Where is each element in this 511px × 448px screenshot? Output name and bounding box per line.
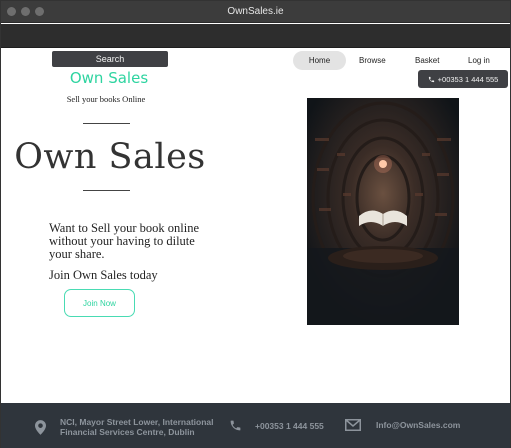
hero-photo-library <box>307 98 459 325</box>
envelope-icon <box>345 419 361 431</box>
page-content: Search Own Sales Sell your books Online … <box>1 49 510 403</box>
nav-basket[interactable]: Basket <box>415 56 439 65</box>
footer-phone[interactable]: +00353 1 444 555 <box>229 419 324 432</box>
join-text: Join Own Sales today <box>49 268 158 282</box>
browser-window: OwnSales.ie Search Own Sales Sell your b… <box>0 0 511 448</box>
brand-name[interactable]: Own Sales <box>51 69 167 87</box>
hero-divider-bottom <box>83 190 130 191</box>
join-now-button[interactable]: Join Now <box>64 289 135 317</box>
browser-toolbar <box>1 24 510 48</box>
phone-icon <box>428 76 434 82</box>
footer-email-text: Info@OwnSales.com <box>376 420 461 430</box>
footer-address-text: NCI, Mayor Street Lower, International F… <box>60 417 214 437</box>
brand-tagline: Sell your books Online <box>66 94 146 104</box>
footer-phone-text: +00353 1 444 555 <box>255 420 324 431</box>
footer-email[interactable]: Info@OwnSales.com <box>345 419 460 431</box>
phone-icon <box>230 420 241 431</box>
nav-login[interactable]: Log in <box>468 56 490 65</box>
phone-button[interactable]: +00353 1 444 555 <box>418 70 508 88</box>
nav-home[interactable]: Home <box>293 51 346 70</box>
title-bar: OwnSales.ie <box>1 1 510 23</box>
nav-browse[interactable]: Browse <box>359 56 386 65</box>
hero-divider-top <box>83 123 130 124</box>
search-button[interactable]: Search <box>52 51 168 67</box>
hero-pitch: Want to Sell your book online without yo… <box>49 221 200 261</box>
footer-address: NCI, Mayor Street Lower, International F… <box>35 417 230 437</box>
footer: NCI, Mayor Street Lower, International F… <box>1 403 510 448</box>
hero-title: Own Sales <box>14 137 206 177</box>
phone-button-label: +00353 1 444 555 <box>437 74 499 84</box>
window-title: OwnSales.ie <box>227 6 284 17</box>
map-pin-icon <box>35 419 46 435</box>
